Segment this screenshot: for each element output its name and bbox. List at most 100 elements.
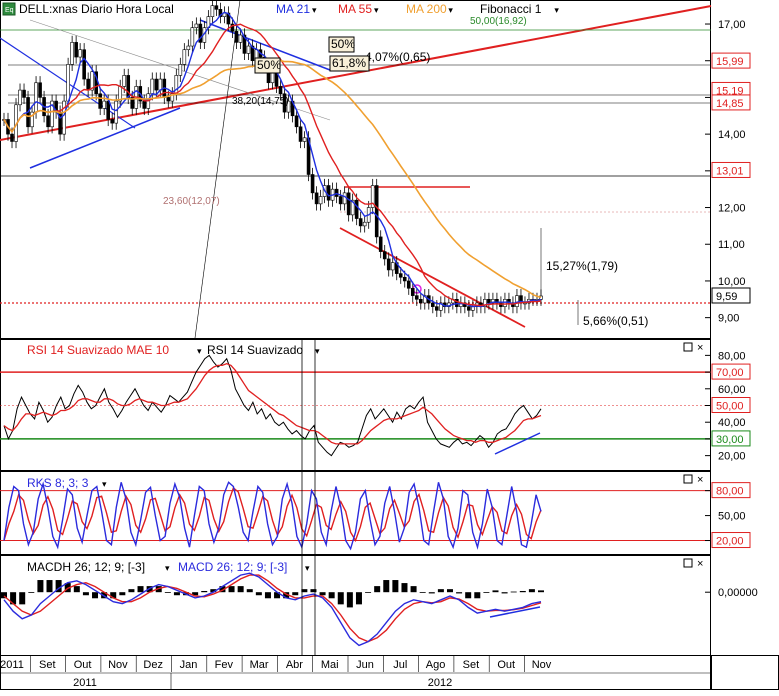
histogram-bar	[92, 592, 99, 599]
close-icon[interactable]: ×	[697, 474, 703, 486]
histogram-bar	[37, 580, 44, 593]
chevron-down-icon: ▾	[197, 346, 202, 356]
y-tick-label: 40,00	[718, 417, 746, 429]
corner-box	[711, 655, 779, 690]
annotation: 5,66%(0,51)	[583, 314, 648, 328]
histogram-bar	[201, 590, 208, 593]
candle-body	[346, 192, 351, 216]
histogram-bar	[483, 592, 490, 593]
level-label: 70,00	[716, 367, 744, 379]
candle-body	[318, 196, 323, 205]
histogram-bar	[437, 589, 444, 593]
histogram-bar	[173, 592, 180, 596]
macd-y-axis: 0,00000	[705, 587, 758, 599]
histogram-bar	[419, 592, 426, 593]
chevron-down-icon: ▾	[305, 563, 310, 573]
price-label: 13,01	[716, 165, 744, 177]
annotation: 15,27%(1,79)	[546, 259, 618, 273]
y-tick-label: 80,00	[718, 350, 746, 362]
price-label: 9,59	[716, 291, 737, 303]
legend-item: RKS 8; 3; 3	[27, 476, 89, 490]
candle-body	[326, 185, 331, 201]
close-icon[interactable]: ×	[697, 558, 703, 570]
histogram-bar	[164, 592, 171, 593]
chevron-down-icon: ▾	[374, 5, 379, 15]
candle-body	[246, 45, 251, 54]
candle-body	[66, 64, 70, 102]
candle-body	[358, 218, 363, 227]
candle-body	[390, 262, 395, 271]
candle-body	[515, 295, 519, 307]
candle-body	[34, 82, 38, 113]
candle-body	[158, 78, 163, 91]
histogram-bar	[456, 592, 463, 594]
histogram-bar	[128, 589, 135, 593]
histogram-bar	[528, 589, 535, 593]
histogram-bar	[474, 592, 481, 599]
histogram-bar	[446, 589, 453, 593]
histogram-bar	[501, 592, 508, 594]
candle-body	[334, 188, 339, 197]
month-label: Nov	[532, 659, 552, 671]
candle-body	[78, 49, 82, 58]
chevron-down-icon: ▾	[554, 5, 559, 15]
month-label: Jul	[393, 659, 407, 671]
price-label: 14,85	[716, 98, 744, 110]
candle-body	[190, 27, 195, 47]
annotation: 4,07%(0,65)	[365, 50, 430, 64]
annotation: 50%	[257, 58, 281, 72]
candle-body	[430, 302, 435, 307]
candle-body	[214, 5, 219, 10]
month-label: Dez	[143, 659, 163, 671]
stoch-y-axis: 20,0050,0080,0080,0020,00	[705, 482, 751, 549]
histogram-bar	[137, 586, 144, 593]
candle-body	[18, 89, 22, 106]
month-label: Ago	[426, 659, 446, 671]
candle-body	[150, 78, 155, 95]
candle-body	[10, 133, 14, 142]
candle-body	[70, 42, 74, 65]
month-label: Fev	[215, 659, 234, 671]
legend-item: MA 55	[338, 2, 372, 16]
y-tick-label: 11,00	[718, 239, 745, 251]
level-label: 80,00	[716, 486, 744, 498]
candle-body	[310, 174, 315, 194]
histogram-bar	[228, 586, 235, 593]
annotation: 50%	[331, 37, 355, 51]
histogram-bar	[46, 580, 53, 593]
candle-body	[154, 78, 159, 91]
candle-body	[314, 192, 319, 205]
y-tick-label: 14,00	[718, 129, 746, 141]
histogram-bar	[392, 580, 399, 593]
chevron-down-icon: ▾	[312, 5, 317, 15]
histogram-bar	[365, 592, 372, 593]
candle-body	[166, 97, 171, 102]
close-icon[interactable]: ×	[697, 342, 703, 354]
month-label: Abr	[286, 659, 303, 671]
y-tick-label: 12,00	[718, 203, 746, 215]
month-label: Set	[39, 659, 56, 671]
legend-item: MA 200	[406, 2, 447, 16]
candle-body	[338, 196, 343, 205]
candle-body	[382, 251, 387, 260]
histogram-bar	[492, 590, 499, 593]
histogram-bar	[328, 592, 335, 599]
histogram-bar	[383, 580, 390, 593]
y-tick-label: 17,00	[718, 19, 746, 31]
annotation: 23,60(12,07)	[163, 196, 220, 207]
histogram-bar	[510, 591, 517, 593]
candle-body	[402, 276, 407, 282]
candle-body	[210, 5, 215, 17]
legend-item: MACD 26; 12; 9; [-3]	[178, 560, 287, 574]
level-label: 30,00	[716, 434, 744, 446]
histogram-bar	[465, 592, 472, 599]
month-label: Mar	[250, 659, 269, 671]
candle-body	[182, 49, 187, 65]
multi-panel-chart: 50% 4,07%(0,65) 50% 61,8% 38,20(14,75) 23,60(…	[0, 0, 779, 690]
month-label: Set	[463, 659, 480, 671]
month-label: Out	[497, 659, 515, 671]
chevron-down-icon: ▾	[315, 346, 320, 356]
histogram-bar	[237, 586, 244, 593]
candle-body	[106, 100, 110, 120]
rsi-panel	[0, 339, 711, 471]
